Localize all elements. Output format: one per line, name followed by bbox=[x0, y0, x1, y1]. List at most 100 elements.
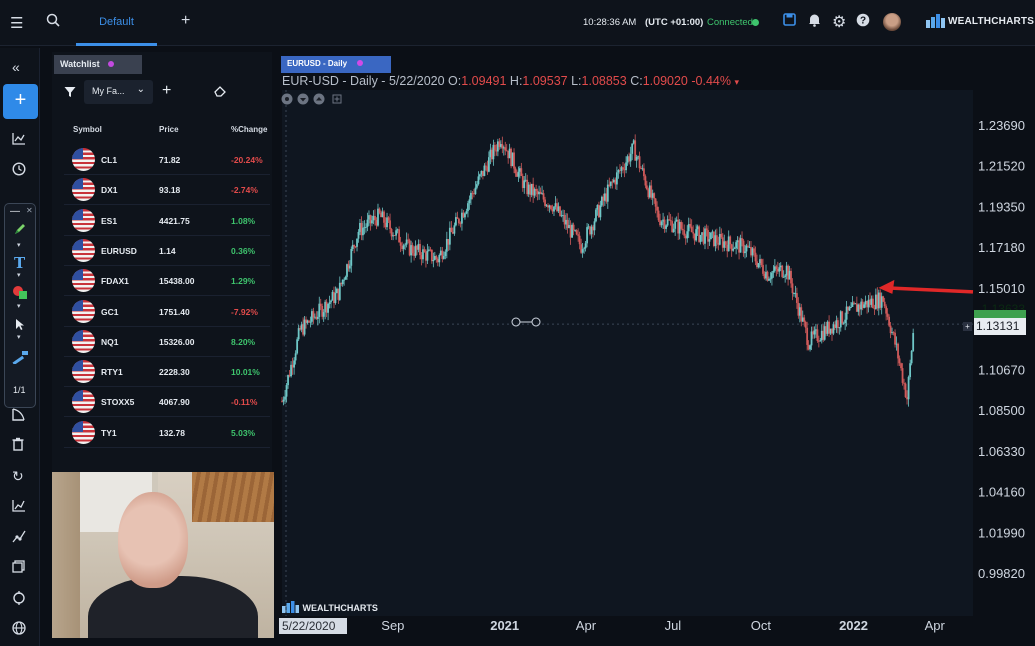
candle-body bbox=[479, 174, 481, 177]
pin-icon[interactable] bbox=[107, 61, 114, 67]
column-symbol[interactable]: Symbol bbox=[73, 125, 102, 134]
column-price[interactable]: Price bbox=[159, 125, 179, 134]
search-icon[interactable] bbox=[46, 13, 60, 31]
add-order-icon[interactable]: + bbox=[963, 322, 972, 331]
tab-watchlist[interactable]: Watchlist bbox=[54, 55, 142, 74]
chart-style-icon[interactable] bbox=[12, 132, 26, 148]
eraser-icon[interactable] bbox=[214, 85, 227, 100]
save-icon[interactable] bbox=[783, 13, 796, 30]
y-tick-label: 0.99820 bbox=[978, 566, 1025, 581]
trendline-icon[interactable] bbox=[12, 530, 26, 546]
chevron-down-icon[interactable]: ▾ bbox=[17, 302, 21, 310]
globe-icon[interactable] bbox=[12, 621, 26, 638]
indicator-icon[interactable] bbox=[12, 499, 26, 515]
chevron-down-icon[interactable]: ▾ bbox=[17, 271, 21, 279]
caret-down-icon[interactable]: ▾ bbox=[734, 77, 739, 87]
candle-body bbox=[863, 304, 866, 308]
collapse-circle-icon[interactable] bbox=[297, 93, 309, 105]
filter-icon[interactable] bbox=[64, 86, 76, 101]
expand-circle-icon[interactable] bbox=[313, 93, 325, 105]
table-row[interactable]: GC1 1751.40 -7.92% bbox=[64, 297, 270, 327]
candle-body bbox=[813, 330, 816, 335]
collapse-icon[interactable]: « bbox=[12, 59, 20, 75]
text-tool-icon[interactable]: T bbox=[14, 254, 25, 272]
y-tick-label: 1.15010 bbox=[978, 281, 1025, 296]
column-change[interactable]: %Change bbox=[231, 125, 267, 134]
candle-body bbox=[882, 296, 885, 302]
avatar[interactable] bbox=[883, 13, 901, 31]
table-row[interactable]: NQ1 15326.00 8.20% bbox=[64, 327, 270, 357]
clock-icon[interactable] bbox=[12, 162, 26, 179]
cursor-date: 5/22/2020 bbox=[279, 618, 347, 634]
marker-pen-icon[interactable] bbox=[13, 222, 27, 241]
help-icon[interactable]: ? bbox=[856, 13, 870, 31]
us-flag-icon bbox=[72, 208, 95, 232]
table-row[interactable]: RTY1 2228.30 10.01% bbox=[64, 357, 270, 388]
table-row[interactable]: STOXX5 4067.90 -0.11% bbox=[64, 387, 270, 418]
candle-body bbox=[356, 238, 358, 247]
add-indicator-icon[interactable] bbox=[332, 94, 342, 104]
close-label: C: bbox=[630, 74, 643, 88]
price-chart[interactable]: 1.23690 1.21520 1.19350 1.17180 1.15010 1.106… bbox=[279, 52, 1028, 638]
candle-body bbox=[900, 363, 902, 369]
gear-icon[interactable]: ⚙ bbox=[832, 12, 846, 32]
change-percent: -0.44% bbox=[691, 74, 731, 88]
change-cell: -7.92% bbox=[231, 306, 258, 317]
pin-icon[interactable] bbox=[357, 60, 364, 66]
table-row[interactable]: DX1 93.18 -2.74% bbox=[64, 175, 270, 206]
candle-body bbox=[353, 244, 356, 247]
add-symbol-icon[interactable]: + bbox=[162, 82, 171, 100]
drag-handle-icon[interactable]: — bbox=[10, 206, 20, 217]
candle-body bbox=[559, 206, 561, 216]
candle-body bbox=[729, 236, 732, 245]
candle-body bbox=[683, 230, 686, 236]
table-row[interactable]: EURUSD 1.14 0.36% bbox=[64, 236, 270, 266]
candle-body bbox=[782, 276, 785, 278]
svg-text:?: ? bbox=[860, 16, 866, 27]
candle-body bbox=[535, 188, 538, 191]
chevron-down-icon[interactable]: ▾ bbox=[17, 333, 21, 341]
candle-body bbox=[720, 233, 723, 238]
candle-body bbox=[791, 283, 794, 294]
refresh-icon[interactable]: ↻ bbox=[12, 468, 24, 485]
chevron-down-icon[interactable]: ▾ bbox=[17, 241, 21, 249]
add-tab-icon[interactable]: + bbox=[181, 12, 190, 30]
close-icon[interactable]: ✕ bbox=[26, 206, 33, 215]
plot-area[interactable] bbox=[282, 90, 973, 616]
watchlist-select[interactable]: My Fa... ⌄ bbox=[84, 80, 153, 104]
x-tick-label: 2021 bbox=[490, 618, 519, 633]
candle-body bbox=[575, 230, 578, 235]
candle-body bbox=[285, 385, 288, 397]
layers-icon[interactable] bbox=[12, 560, 25, 576]
candle-body bbox=[294, 353, 297, 361]
add-button[interactable]: + bbox=[3, 84, 38, 119]
settings-circle-icon[interactable] bbox=[281, 93, 293, 105]
table-row[interactable]: FDAX1 15438.00 1.29% bbox=[64, 266, 270, 297]
candle-body bbox=[686, 231, 689, 239]
candle-body bbox=[411, 245, 414, 254]
candle-body bbox=[593, 221, 596, 231]
candle-body bbox=[456, 217, 459, 219]
candle-body bbox=[790, 270, 792, 284]
trash-icon[interactable] bbox=[12, 437, 24, 454]
candle-body bbox=[689, 224, 692, 227]
chart-panel[interactable]: 1.23690 1.21520 1.19350 1.17180 1.15010 1.106… bbox=[279, 52, 1028, 638]
change-cell: 1.08% bbox=[231, 215, 256, 226]
hammer-icon[interactable] bbox=[11, 350, 29, 369]
hamburger-menu-icon[interactable]: ☰ bbox=[10, 14, 23, 32]
table-row[interactable]: CL1 71.82 -20.24% bbox=[64, 145, 270, 175]
tab-eurusd-daily[interactable]: EURUSD - Daily bbox=[281, 56, 391, 73]
table-row[interactable]: TY1 132.78 5.03% bbox=[64, 418, 270, 448]
crosshair-icon[interactable] bbox=[12, 591, 26, 608]
tab-default[interactable]: Default bbox=[76, 0, 157, 46]
change-cell: 5.03% bbox=[231, 427, 256, 438]
chart-controls bbox=[281, 92, 351, 111]
candle-body bbox=[350, 249, 353, 266]
candle-body bbox=[886, 313, 889, 317]
candle-body bbox=[474, 187, 477, 195]
bell-icon[interactable] bbox=[808, 13, 821, 31]
table-row[interactable]: ES1 4421.75 1.08% bbox=[64, 206, 270, 236]
measure-icon[interactable] bbox=[12, 408, 25, 424]
candle-body bbox=[838, 327, 841, 329]
high-value: 1.09537 bbox=[522, 74, 568, 88]
